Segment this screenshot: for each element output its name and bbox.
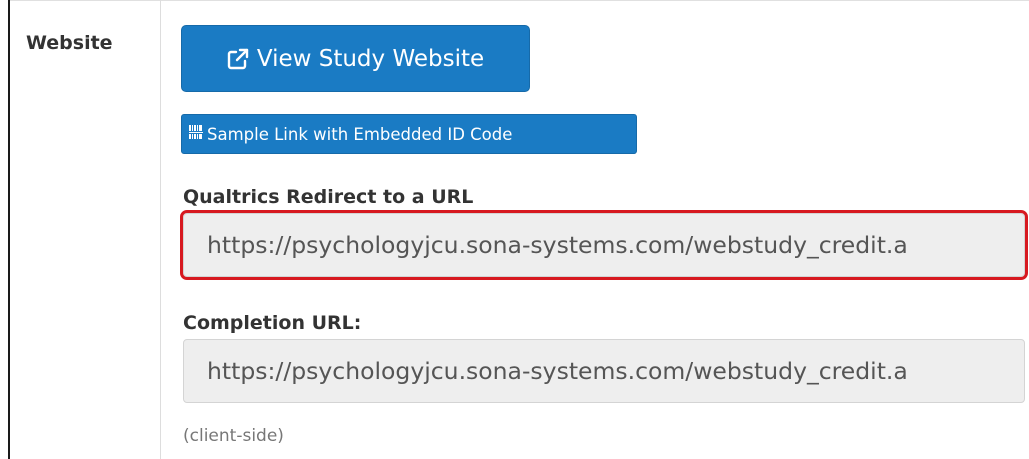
website-field-label: Website <box>26 32 113 54</box>
completion-url-label: Completion URL: <box>183 312 362 334</box>
completion-url-value: https://psychologyjcu.sona-systems.com/w… <box>207 357 908 385</box>
view-study-website-label: View Study Website <box>256 45 485 72</box>
external-link-icon <box>227 48 249 70</box>
column-divider <box>160 0 161 459</box>
table-left-border <box>8 0 10 459</box>
sample-link-button[interactable]: Sample Link with Embedded ID Code <box>181 114 637 154</box>
completion-url-field[interactable]: https://psychologyjcu.sona-systems.com/w… <box>183 339 1025 403</box>
view-study-website-button[interactable]: View Study Website <box>181 25 530 92</box>
sample-link-label: Sample Link with Embedded ID Code <box>207 124 513 144</box>
qualtrics-redirect-label: Qualtrics Redirect to a URL <box>183 186 474 208</box>
table-top-border <box>8 0 1029 1</box>
qualtrics-redirect-url-value: https://psychologyjcu.sona-systems.com/w… <box>207 231 908 259</box>
qualtrics-redirect-url-field[interactable]: https://psychologyjcu.sona-systems.com/w… <box>180 210 1028 280</box>
barcode-icon <box>188 124 204 144</box>
client-side-hint: (client-side) <box>183 426 284 446</box>
website-row: Website View Study Website Sample Link w… <box>0 0 1029 459</box>
